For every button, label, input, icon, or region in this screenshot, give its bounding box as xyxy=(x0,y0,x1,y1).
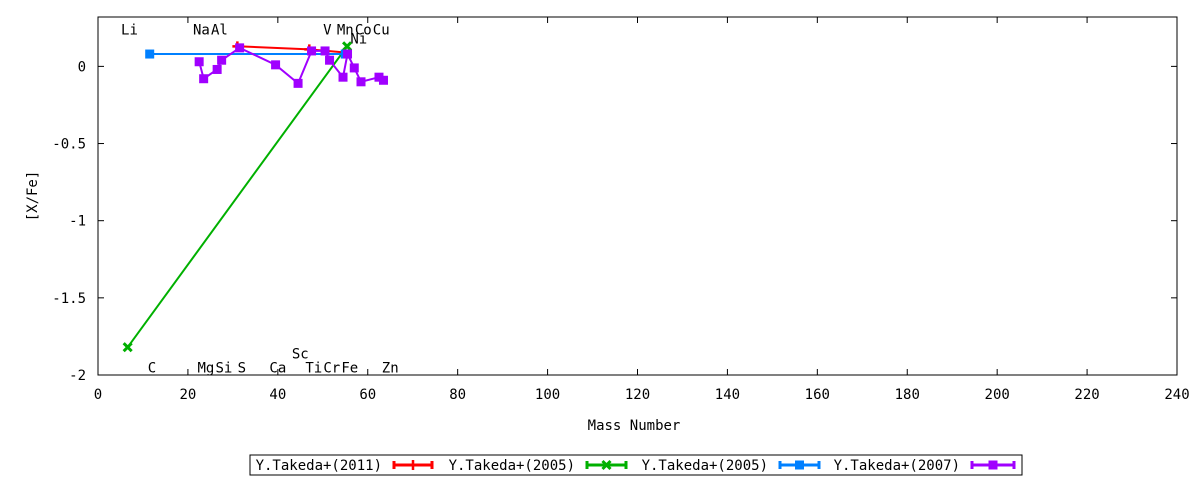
legend-item: Y.Takeda+(2005) xyxy=(642,458,821,474)
data-point xyxy=(349,63,359,73)
x-tick-label: 80 xyxy=(449,387,466,403)
element-label: Ti xyxy=(305,360,322,376)
legend-item: Y.Takeda+(2007) xyxy=(834,458,1016,474)
element-label: Na xyxy=(193,22,210,38)
element-label: Si xyxy=(215,360,232,376)
y-tick-label: -1.5 xyxy=(52,291,86,307)
element-label: Zn xyxy=(382,360,399,376)
x-tick-label: 60 xyxy=(359,387,376,403)
element-label: Cu xyxy=(373,22,390,38)
data-point xyxy=(235,43,245,53)
data-point xyxy=(307,46,317,56)
data-point xyxy=(356,77,366,87)
legend-label: Y.Takeda+(2005) xyxy=(642,458,768,474)
data-point xyxy=(343,49,353,59)
series-4 xyxy=(194,43,388,88)
x-tick-label: 20 xyxy=(179,387,196,403)
x-tick-label: 200 xyxy=(985,387,1010,403)
data-point xyxy=(194,57,204,67)
legend-label: Y.Takeda+(2011) xyxy=(256,458,382,474)
chart: 0 20 40 60 80 100 120 140 160 180 200 220 240 -2 -1.5 -… xyxy=(25,16,1190,476)
element-label: V xyxy=(323,22,332,38)
series-1 xyxy=(232,41,351,58)
x-tick-label: 120 xyxy=(625,387,650,403)
x-axis-label: Mass Number xyxy=(588,418,681,434)
x-tick-label: 240 xyxy=(1164,387,1189,403)
x-tick-label: 100 xyxy=(535,387,560,403)
data-point xyxy=(212,64,222,74)
series-2 xyxy=(122,41,353,353)
legend-item: Y.Takeda+(2005) xyxy=(449,458,628,474)
data-point xyxy=(293,78,303,88)
legend-marker xyxy=(988,460,998,470)
data-point xyxy=(338,72,348,82)
y-tick-label: -1 xyxy=(69,214,86,230)
data-point xyxy=(199,74,209,84)
y-tick-label: 0 xyxy=(78,59,86,75)
data-point xyxy=(325,55,335,65)
plot-frame xyxy=(97,16,1178,376)
element-label: Ca xyxy=(269,360,286,376)
data-point xyxy=(320,46,330,56)
element-label: S xyxy=(238,360,246,376)
element-label: C xyxy=(148,360,156,376)
data-point xyxy=(122,342,133,353)
element-label: Mg xyxy=(197,360,214,376)
element-label: Li xyxy=(121,22,138,38)
data-point xyxy=(145,49,155,59)
element-label: Ni xyxy=(350,32,367,48)
legend-marker xyxy=(795,460,804,470)
x-tick-label: 220 xyxy=(1074,387,1099,403)
y-tick-label: -2 xyxy=(69,368,86,384)
legend-item: Y.Takeda+(2011) xyxy=(256,458,434,474)
data-point xyxy=(271,60,281,70)
legend-marker xyxy=(408,460,418,470)
x-tick-label: 40 xyxy=(269,387,286,403)
y-axis-label: [X/Fe] xyxy=(25,171,41,222)
data-point xyxy=(378,75,388,85)
x-tick-label: 180 xyxy=(895,387,920,403)
data-point xyxy=(217,55,227,65)
y-tick-label: -0.5 xyxy=(52,137,86,153)
element-label: Fe xyxy=(341,360,358,376)
element-label: Cr xyxy=(323,360,340,376)
series-line xyxy=(126,45,348,348)
x-tick-label: 140 xyxy=(715,387,740,403)
element-label: Al xyxy=(211,22,228,38)
x-tick-label: 160 xyxy=(805,387,830,403)
x-tick-label: 0 xyxy=(94,387,102,403)
legend-label: Y.Takeda+(2005) xyxy=(449,458,575,474)
legend-label: Y.Takeda+(2007) xyxy=(834,458,960,474)
